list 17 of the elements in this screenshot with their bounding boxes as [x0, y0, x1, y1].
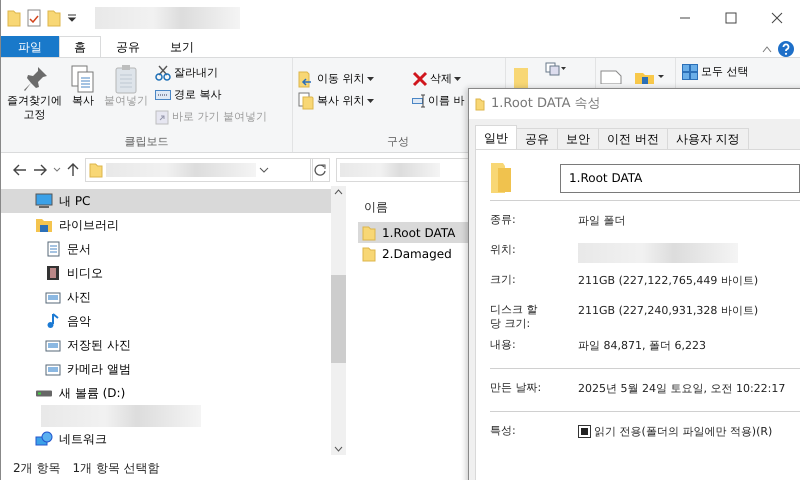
property-value: 2025년 5월 24일 토요일, 오전 10:22:17: [578, 380, 786, 397]
property-value: 211GB (227,240,931,328 바이트): [578, 303, 758, 319]
property-label: 위치:: [490, 243, 517, 258]
property-label: 특성:: [490, 424, 517, 438]
dialog-title: 1.Root DATA 속성: [491, 95, 601, 114]
property-label: 내용:: [490, 338, 517, 352]
property-value: 파일 폴더: [578, 213, 626, 229]
group-label: 구성: [387, 134, 409, 150]
property-label: 크기:: [490, 273, 517, 288]
property-label: 디스크 할 당 크기:: [490, 303, 538, 332]
property-value: 211GB (227,122,765,449 바이트): [578, 273, 758, 289]
status-text: 2개 항목: [13, 460, 60, 476]
property-label: 만든 날짜:: [490, 380, 542, 395]
group-label: 클립보드: [124, 134, 168, 150]
property-label: 종류:: [490, 213, 517, 228]
property-value: 파일 84,871, 폴더 6,223: [578, 338, 706, 354]
status-text: 1개 항목 선택함: [72, 460, 160, 476]
